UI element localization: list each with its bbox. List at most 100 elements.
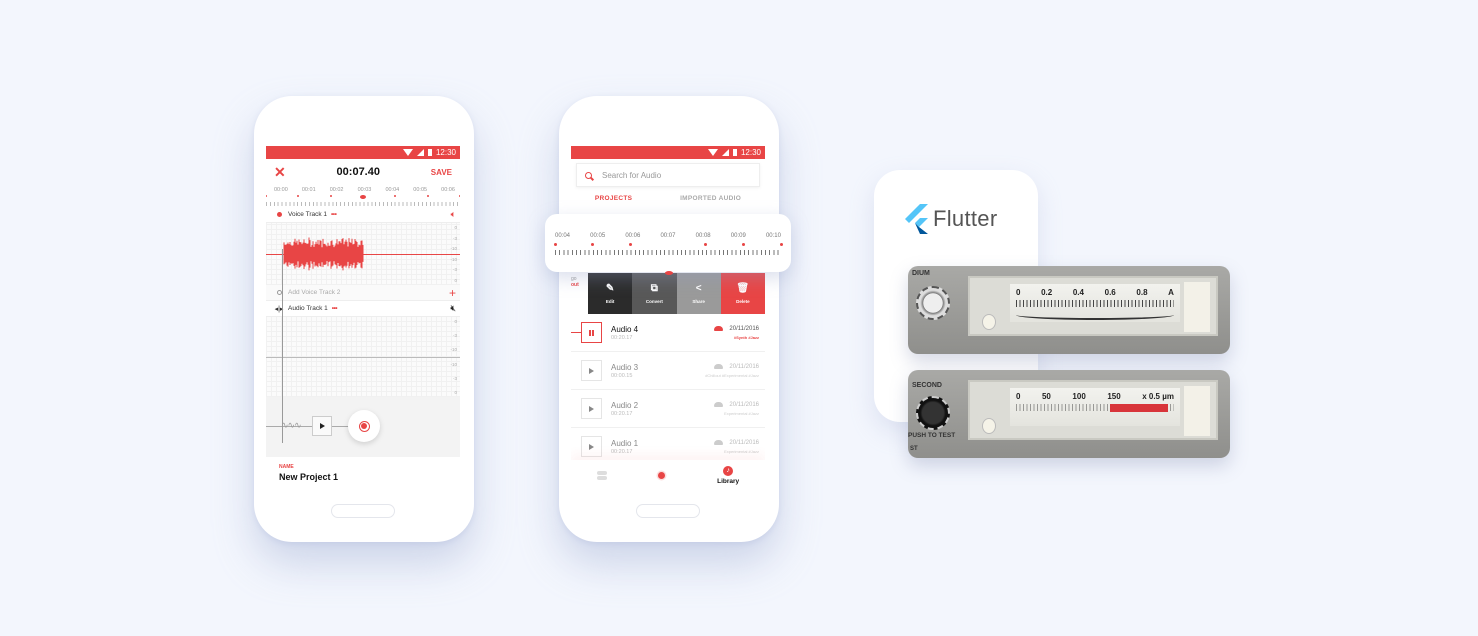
track-row-voice-1[interactable]: Voice Track 1 ••• 🔈︎ [266, 207, 460, 223]
playhead-marker[interactable] [665, 271, 673, 275]
db-label: -3 [452, 267, 457, 273]
zoom-ruler-ticks [555, 247, 781, 255]
wifi-icon [707, 149, 718, 156]
meter-scale-label: 50 [1041, 392, 1051, 401]
ruler-dot [628, 243, 632, 246]
more-icon[interactable]: ••• [331, 211, 337, 218]
ruler-dot [266, 195, 267, 197]
play-button[interactable] [581, 360, 602, 381]
ruler-label: 00:04 [385, 187, 400, 193]
waveform [283, 237, 364, 271]
db-label: -10 [450, 361, 457, 367]
project-name[interactable]: New Project 1 [279, 472, 447, 482]
play-button[interactable] [312, 416, 332, 436]
phone-library: 12:30 Search for Audio PROJECTS IMPORTED… [559, 96, 779, 542]
waveform-voice-1[interactable]: 0 -3 -10 -10 -3 0 [266, 223, 460, 285]
audio-title: Audio 4 [611, 324, 639, 334]
audio-list-item[interactable]: Audio 2 00:20.17 20/11/2016 Experimental #J… [571, 390, 765, 428]
audio-duration: 00:20.17 [611, 410, 633, 417]
meter-scale-label: 0.4 [1072, 288, 1084, 297]
ruler-dot [394, 195, 397, 197]
toggle-icon [596, 470, 607, 480]
ruler-label: 00:04 [555, 233, 571, 239]
search-placeholder: Search for Audio [602, 170, 662, 180]
pause-button[interactable] [581, 322, 602, 343]
audio-list-item[interactable]: Audio 3 00:00.15 20/11/2016 #Chillout #Expe… [571, 352, 765, 390]
track-row-audio-1[interactable]: ◂|▸ Audio Track 1 ••• 🔇︎ [266, 301, 460, 317]
add-voice-track-row[interactable]: Add Voice Track 2 + [266, 285, 460, 301]
ruler-dot [779, 243, 783, 246]
zoomed-timeline-card[interactable]: 00:04 00:05 00:06 00:07 00:08 00:09 00:10 [545, 214, 791, 275]
ruler-label: 00:05 [413, 187, 428, 193]
nav-library[interactable]: ♪ Library [717, 465, 739, 485]
playhead[interactable] [282, 249, 283, 443]
project-name-card[interactable]: NAME New Project 1 [270, 457, 456, 490]
audio-date: 20/11/2016 [729, 401, 759, 408]
pause-icon [589, 329, 594, 336]
meter-scale-label: x 0.5 µm [1142, 392, 1174, 401]
audio-tags: Experimental #Jazz [724, 410, 759, 416]
search-input[interactable]: Search for Audio [576, 163, 760, 187]
audio-info: Audio 2 00:20.17 [611, 401, 714, 417]
ruler-ticks [266, 198, 460, 206]
audio-duration: 00:20.17 [611, 448, 633, 455]
analog-meter-photo: SECOND PUSH TO TEST ST 0 50 100 150 x 0.5 µm [908, 370, 1230, 458]
play-button[interactable] [581, 398, 602, 419]
db-label: 0 [454, 225, 457, 230]
delete-button[interactable]: 🗑︎ Delete [720, 273, 765, 314]
record-button[interactable] [348, 410, 380, 442]
name-label: NAME [279, 464, 294, 470]
timeline-ruler[interactable]: 00:00 00:01 00:02 00:03 00:04 00:05 00:06 [266, 185, 460, 207]
close-icon[interactable]: ✕ [274, 164, 286, 181]
meter-scale-label: 0.2 [1041, 288, 1053, 297]
record-icon [358, 420, 370, 432]
db-scale: 0 -3 -10 -10 -3 0 [450, 319, 457, 395]
flutter-icon [905, 204, 928, 234]
status-bar: 12:30 [571, 146, 765, 159]
record-timer: 00:07.40 [336, 166, 380, 178]
analog-meter-photo: DIUM 0 0.2 0.4 0.6 0.8 A [908, 266, 1230, 354]
signal-wave-icon: ∿∿∿ [281, 420, 302, 430]
record-icon [658, 471, 666, 479]
status-time: 12:30 [435, 148, 456, 157]
convert-icon: ⧉ [650, 282, 658, 294]
home-button[interactable] [331, 504, 395, 518]
bottom-nav: ♪ Library [571, 460, 765, 490]
speaker-icon[interactable]: 🔈︎ [451, 209, 456, 220]
ruler-label: 00:02 [329, 187, 344, 193]
audio-list-item[interactable]: Audio 4 00:20.17 20/11/2016 #Synth #Jazz [571, 314, 765, 352]
play-icon [589, 367, 594, 374]
waveform-audio-1[interactable]: 0 -3 -10 -10 -3 0 [266, 317, 460, 397]
ruler-label: 00:06 [625, 233, 641, 239]
nav-tracks[interactable] [596, 470, 607, 480]
tab-imported-audio[interactable]: IMPORTED AUDIO [680, 195, 741, 202]
tab-projects[interactable]: PROJECTS [595, 195, 632, 202]
home-button[interactable] [636, 504, 700, 518]
ruler-label: 00:07 [660, 233, 676, 239]
audio-meta: 20/11/2016 Experimental #Jazz [714, 440, 759, 454]
play-button[interactable] [581, 436, 602, 457]
ruler-labels: 00:00 00:01 00:02 00:03 00:04 00:05 00:06 [266, 185, 460, 193]
audio-duration: 00:00.15 [611, 372, 633, 379]
audio-date-row: 20/11/2016 [705, 364, 759, 370]
db-label: -3 [452, 235, 457, 241]
speaker-muted-icon[interactable]: 🔇︎ [450, 303, 456, 314]
share-button[interactable]: < Share [676, 273, 721, 314]
add-track-button[interactable]: + [449, 286, 456, 300]
ruler-dot [704, 243, 708, 246]
edit-button[interactable]: ✎ Edit [588, 273, 633, 314]
cloud-icon [714, 326, 724, 331]
more-icon[interactable]: ••• [332, 305, 338, 312]
ruler-dot [329, 195, 332, 197]
save-button[interactable]: SAVE [431, 168, 452, 177]
signal-icon [416, 149, 424, 156]
ruler-label: 00:10 [765, 233, 781, 239]
trash-icon: 🗑︎ [736, 282, 750, 294]
nav-record[interactable] [658, 471, 666, 479]
convert-button[interactable]: ⧉ Convert [632, 273, 677, 314]
add-track-label: Add Voice Track 2 [288, 289, 341, 296]
ruler-dot [459, 195, 460, 197]
battery-icon [732, 149, 737, 156]
record-armed-icon[interactable] [276, 212, 282, 217]
library-screen: 12:30 Search for Audio PROJECTS IMPORTED… [571, 146, 765, 490]
